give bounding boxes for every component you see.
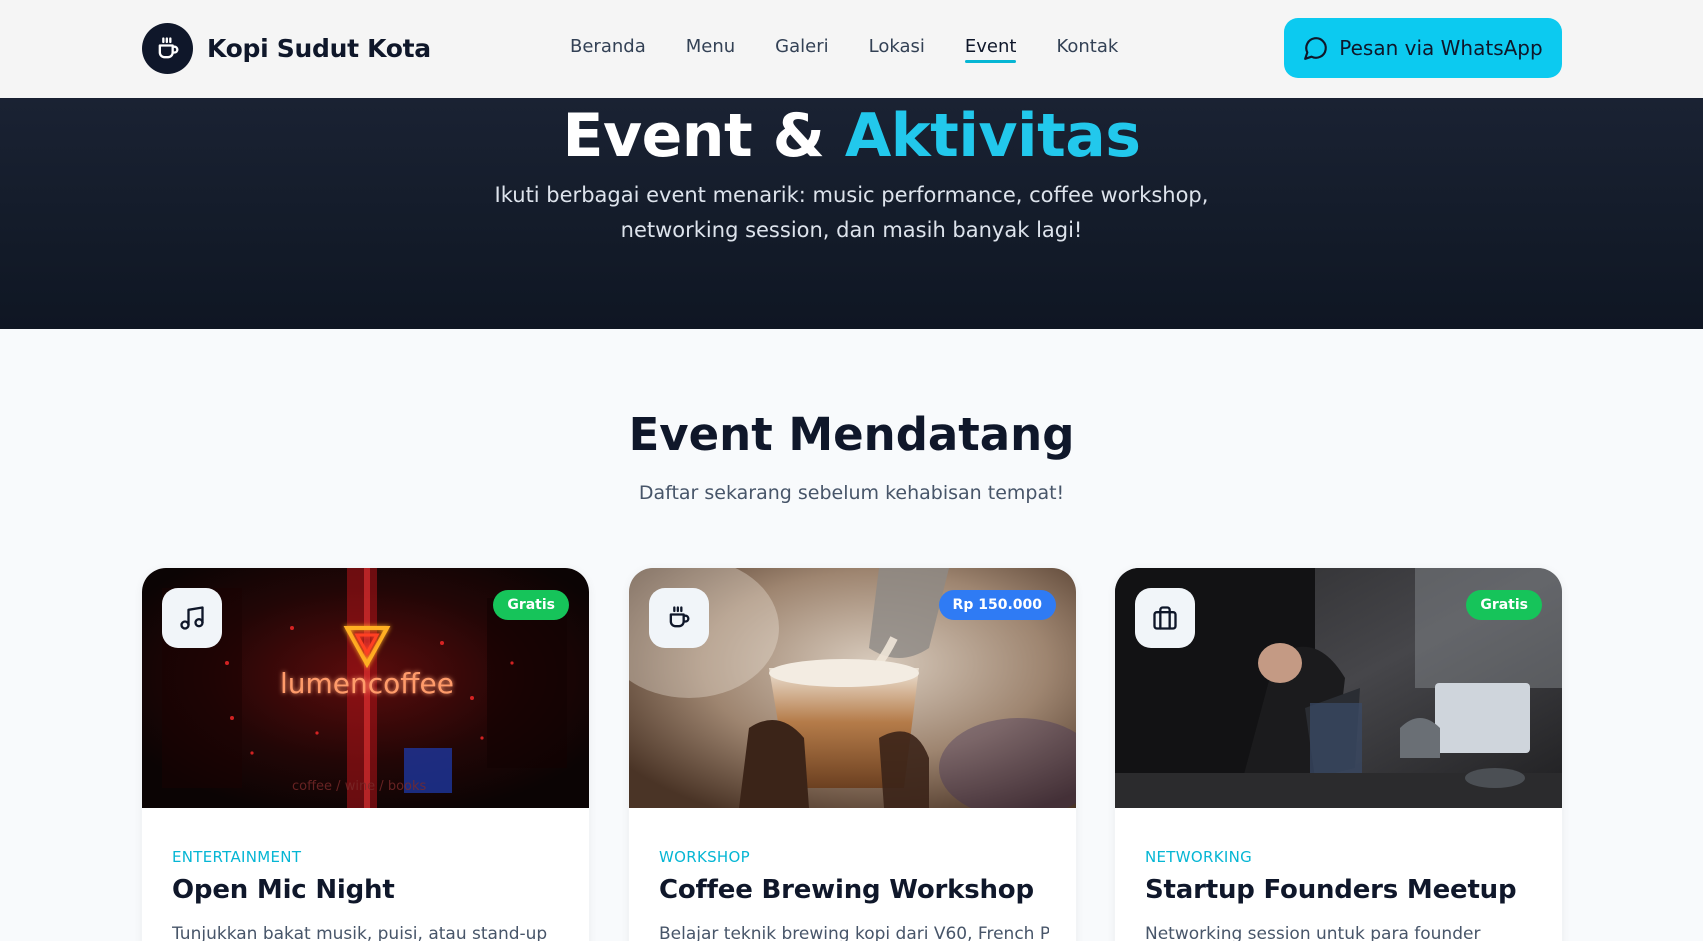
event-card-founders-meetup[interactable]: Gratis NETWORKING Startup Founders Meetu… [1115,568,1562,941]
brand[interactable]: Kopi Sudut Kota [142,23,431,74]
section-subtitle: Daftar sekarang sebelum kehabisan tempat… [638,482,1065,504]
event-description: Tunjukkan bakat musik, puisi, atau stand… [172,924,548,941]
event-category: WORKSHOP [659,848,750,866]
event-description: Belajar teknik brewing kopi dari V60, Fr… [659,924,1049,941]
section-title: Event Mendatang [628,408,1075,461]
event-category: NETWORKING [1145,848,1253,866]
event-card-coffee-workshop[interactable]: Rp 150.000 WORKSHOP Coffee Brewing Works… [629,568,1076,941]
event-title[interactable]: Open Mic Night [172,875,395,905]
whatsapp-order-label: Pesan via WhatsApp [1339,36,1543,60]
event-category: ENTERTAINMENT [172,848,302,866]
coffee-cup-icon[interactable] [649,588,709,648]
window-sign-text: coffee / wine / books [292,779,427,794]
coffee-cup-logo-icon [142,23,193,74]
price-badge: Gratis [1466,590,1542,620]
nav-kontak[interactable]: Kontak [1056,36,1118,63]
hero-title-accent: Aktivitas [844,101,1141,171]
event-title[interactable]: Coffee Brewing Workshop [659,875,1034,905]
hero-title: Event & Aktivitas [0,101,1703,171]
neon-sign-text: lumencoffee [280,667,454,700]
price-badge: Rp 150.000 [938,590,1056,620]
nav-menu[interactable]: Menu [686,36,735,63]
whatsapp-order-button[interactable]: Pesan via WhatsApp [1284,18,1562,78]
nav-event[interactable]: Event [964,36,1016,63]
music-note-icon[interactable] [162,588,222,648]
event-description: Networking session untuk para founder [1145,924,1481,941]
nav-galeri[interactable]: Galeri [775,36,828,63]
brand-name: Kopi Sudut Kota [207,34,431,63]
chat-bubble-icon [1304,37,1328,60]
hero-banner: Event & Aktivitas Ikuti berbagai event m… [0,98,1703,329]
event-card-open-mic[interactable]: lumencoffee coffee / wine / books Gratis… [142,568,589,941]
nav-beranda[interactable]: Beranda [570,36,646,63]
briefcase-icon[interactable] [1135,588,1195,648]
hero-subtitle: Ikuti berbagai event menarik: music perf… [494,183,1209,242]
site-header: Kopi Sudut Kota Beranda Menu Galeri Loka… [0,0,1703,98]
main-nav: Beranda Menu Galeri Lokasi Event Kontak [570,36,1158,63]
nav-lokasi[interactable]: Lokasi [869,36,925,63]
hero-title-main: Event & [562,101,845,171]
price-badge: Gratis [493,590,569,620]
event-title[interactable]: Startup Founders Meetup [1145,875,1517,905]
